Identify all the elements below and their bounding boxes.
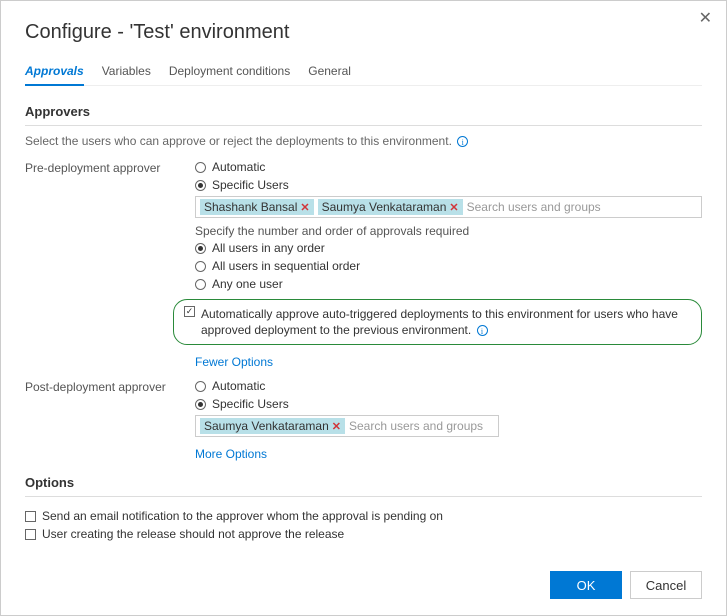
options-block: Send an email notification to the approv… (25, 509, 702, 545)
radio-icon (195, 381, 206, 392)
checkbox-icon: ✓ (184, 306, 195, 317)
auto-approve-checkbox[interactable]: ✓ Automatically approve auto-triggered d… (184, 306, 691, 338)
info-icon[interactable]: i (457, 136, 468, 147)
auto-approve-text: Automatically approve auto-triggered dep… (201, 306, 691, 338)
remove-user-icon[interactable]: ✕ (449, 201, 458, 214)
tab-approvals[interactable]: Approvals (25, 60, 84, 86)
auto-approve-label: Automatically approve auto-triggered dep… (201, 307, 678, 337)
option-label: Send an email notification to the approv… (42, 509, 443, 523)
checkbox-icon (25, 511, 36, 522)
pre-deployment-fields: Automatic Specific Users Shashank Bansal… (195, 160, 702, 369)
tab-deployment-conditions[interactable]: Deployment conditions (169, 60, 290, 85)
order-any-one[interactable]: Any one user (195, 277, 702, 291)
configure-environment-dialog: ✕ Configure - 'Test' environment Approva… (0, 0, 727, 616)
order-any-order[interactable]: All users in any order (195, 241, 702, 255)
radio-label: Automatic (212, 379, 265, 393)
user-chip-label: Shashank Bansal (204, 200, 297, 214)
radio-icon (195, 162, 206, 173)
approvers-helper-text: Select the users who can approve or reje… (25, 134, 452, 148)
radio-icon (195, 399, 206, 410)
post-mode-specific[interactable]: Specific Users (195, 397, 702, 411)
divider (25, 125, 702, 126)
dialog-buttons: OK Cancel (25, 571, 702, 599)
approvers-helper: Select the users who can approve or reje… (25, 134, 702, 148)
order-label: Specify the number and order of approval… (195, 224, 702, 238)
user-chip: Saumya Venkataraman ✕ (318, 199, 463, 215)
close-icon[interactable]: ✕ (699, 11, 712, 27)
post-mode-automatic[interactable]: Automatic (195, 379, 702, 393)
option-creator-no-approve[interactable]: User creating the release should not app… (25, 527, 702, 541)
tab-variables[interactable]: Variables (102, 60, 151, 85)
user-chip: Shashank Bansal ✕ (200, 199, 314, 215)
option-email-notify[interactable]: Send an email notification to the approv… (25, 509, 702, 523)
checkbox-icon (25, 529, 36, 540)
remove-user-icon[interactable]: ✕ (300, 201, 309, 214)
radio-label: Automatic (212, 160, 265, 174)
radio-label: Any one user (212, 277, 283, 291)
pre-mode-specific[interactable]: Specific Users (195, 178, 702, 192)
pre-users-input[interactable]: Shashank Bansal ✕ Saumya Venkataraman ✕ … (195, 196, 702, 218)
info-icon[interactable]: i (477, 325, 488, 336)
post-deployment-fields: Automatic Specific Users Saumya Venkatar… (195, 379, 702, 461)
radio-label: Specific Users (212, 397, 289, 411)
post-deployment-row: Post-deployment approver Automatic Speci… (25, 379, 702, 461)
radio-icon (195, 180, 206, 191)
approvers-heading: Approvers (25, 104, 702, 119)
radio-label: All users in any order (212, 241, 325, 255)
search-placeholder: Search users and groups (467, 200, 601, 214)
radio-label: All users in sequential order (212, 259, 360, 273)
post-users-input[interactable]: Saumya Venkataraman ✕ Search users and g… (195, 415, 499, 437)
post-deployment-label: Post-deployment approver (25, 379, 195, 394)
fewer-options-link[interactable]: Fewer Options (195, 355, 273, 369)
tab-general[interactable]: General (308, 60, 351, 85)
search-placeholder: Search users and groups (349, 419, 483, 433)
pre-mode-automatic[interactable]: Automatic (195, 160, 702, 174)
ok-button[interactable]: OK (550, 571, 622, 599)
user-chip-label: Saumya Venkataraman (204, 419, 329, 433)
radio-icon (195, 279, 206, 290)
user-chip-label: Saumya Venkataraman (322, 200, 447, 214)
dialog-title: Configure - 'Test' environment (25, 21, 702, 44)
pre-deployment-row: Pre-deployment approver Automatic Specif… (25, 160, 702, 369)
options-heading: Options (25, 475, 702, 490)
user-chip: Saumya Venkataraman ✕ (200, 418, 345, 434)
divider (25, 496, 702, 497)
cancel-button[interactable]: Cancel (630, 571, 702, 599)
option-label: User creating the release should not app… (42, 527, 344, 541)
more-options-link[interactable]: More Options (195, 447, 267, 461)
pre-deployment-label: Pre-deployment approver (25, 160, 195, 175)
radio-label: Specific Users (212, 178, 289, 192)
radio-icon (195, 261, 206, 272)
radio-icon (195, 243, 206, 254)
auto-approve-callout: ✓ Automatically approve auto-triggered d… (173, 299, 702, 345)
order-sequential[interactable]: All users in sequential order (195, 259, 702, 273)
remove-user-icon[interactable]: ✕ (332, 420, 341, 433)
tab-bar: Approvals Variables Deployment condition… (25, 60, 702, 86)
